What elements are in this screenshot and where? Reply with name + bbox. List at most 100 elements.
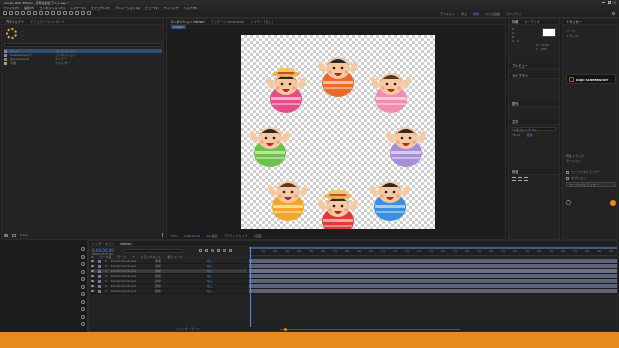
layer-parent[interactable]: なし bbox=[207, 264, 213, 268]
align-left-icon[interactable] bbox=[512, 177, 516, 181]
tab-layer[interactable]: レイヤー (なし) bbox=[250, 19, 273, 24]
workspace-2[interactable]: 標準 bbox=[473, 12, 479, 16]
brush-tool-icon[interactable] bbox=[63, 11, 67, 15]
character-left[interactable] bbox=[249, 127, 292, 167]
shy-icon[interactable] bbox=[81, 292, 85, 296]
tab-align[interactable]: 整列 bbox=[512, 101, 518, 106]
adjust-icon[interactable] bbox=[81, 314, 85, 319]
layer-mode[interactable]: 通常 bbox=[155, 264, 175, 268]
tab-composition[interactable]: コンポジション mimori bbox=[170, 19, 205, 24]
visibility-icon[interactable] bbox=[81, 262, 85, 266]
puppet-tool-icon[interactable] bbox=[87, 11, 91, 15]
label-color-swatch[interactable] bbox=[98, 259, 101, 263]
character-top-left[interactable] bbox=[265, 68, 308, 113]
character-bottom[interactable] bbox=[317, 190, 360, 235]
layer-mode[interactable]: 通常 bbox=[155, 284, 175, 288]
gear-icon[interactable] bbox=[566, 200, 571, 205]
comp-flow-icon[interactable] bbox=[199, 249, 202, 252]
label-color-swatch[interactable] bbox=[98, 264, 101, 268]
character-top[interactable] bbox=[317, 57, 360, 97]
roto-tool-icon[interactable] bbox=[81, 11, 85, 15]
zoom-level[interactable]: 25% bbox=[171, 234, 178, 238]
visibility-eye-icon[interactable] bbox=[91, 290, 94, 292]
fx-icon[interactable] bbox=[81, 299, 85, 304]
hand-tool-icon[interactable] bbox=[15, 11, 19, 15]
motion-blur-icon[interactable] bbox=[81, 307, 85, 311]
camera-tool-icon[interactable] bbox=[33, 11, 37, 15]
leading[interactable]: 自動 bbox=[526, 133, 532, 137]
minimize-icon[interactable] bbox=[602, 2, 605, 3]
lock-icon[interactable] bbox=[81, 254, 85, 259]
layer-name[interactable]: Kambrokoob.psd bbox=[111, 274, 151, 278]
label-color-swatch[interactable] bbox=[98, 279, 101, 283]
layer-parent[interactable]: なし bbox=[207, 279, 213, 283]
pen-tool-icon[interactable] bbox=[51, 11, 55, 15]
layer-parent[interactable]: なし bbox=[207, 274, 213, 278]
layer-mode[interactable]: 通常 bbox=[155, 269, 175, 273]
shy-icon[interactable] bbox=[211, 249, 214, 252]
character-bottom-left[interactable] bbox=[267, 181, 310, 221]
rectangle-tool-icon[interactable] bbox=[45, 11, 49, 15]
tab-timeline-mimori[interactable]: mimori bbox=[120, 242, 131, 246]
layer-row[interactable]: 7 Kambrokoob.psd 通常 なし bbox=[91, 289, 247, 294]
character-bottom-right[interactable] bbox=[369, 181, 412, 221]
visibility-eye-icon[interactable] bbox=[91, 265, 94, 267]
character-top-right[interactable] bbox=[370, 73, 413, 113]
comp-subtab[interactable]: mimori bbox=[171, 25, 186, 29]
pan-behind-tool-icon[interactable] bbox=[39, 11, 43, 15]
rotate-tool-icon[interactable] bbox=[27, 11, 31, 15]
layer-mode[interactable]: 通常 bbox=[155, 289, 175, 293]
tab-effect-controls[interactable]: エフェクトコントロール bbox=[30, 19, 65, 24]
layer-track-bar[interactable] bbox=[249, 289, 617, 294]
tab-character[interactable]: 文字 bbox=[512, 119, 518, 124]
visibility-eye-icon[interactable] bbox=[91, 270, 94, 272]
align-right-icon[interactable] bbox=[524, 177, 528, 181]
work-area-bar[interactable] bbox=[249, 247, 617, 249]
visibility-eye-icon[interactable] bbox=[91, 275, 94, 277]
search-icon[interactable] bbox=[612, 12, 615, 15]
layer-name[interactable]: Kambrokoob.psd bbox=[111, 269, 151, 273]
layer-name[interactable]: Kambrokoob.psd bbox=[111, 289, 151, 293]
font-select[interactable]: 小塚ゴシック Pro bbox=[512, 127, 556, 132]
tab-footage[interactable]: フッテージ Kamnenaji bbox=[211, 19, 245, 24]
checkbox-warp[interactable] bbox=[566, 170, 569, 174]
comp-canvas[interactable] bbox=[241, 35, 435, 235]
maximize-icon[interactable] bbox=[608, 1, 611, 4]
zoom-slider[interactable] bbox=[279, 327, 460, 331]
new-folder-icon[interactable] bbox=[4, 233, 8, 237]
trash-icon[interactable] bbox=[162, 233, 163, 237]
menu-item-7[interactable]: ウィンドウ bbox=[164, 6, 179, 10]
quality-select[interactable]: 1/4 画質 bbox=[206, 234, 218, 238]
tab-preview[interactable]: プレビュー bbox=[512, 63, 528, 68]
layer-mode[interactable]: 通常 bbox=[155, 274, 175, 278]
layer-name[interactable]: Kambrokoob.psd bbox=[111, 279, 151, 283]
comp-timecode[interactable]: 0;00;00;00 bbox=[184, 234, 200, 238]
tab-project[interactable]: プロジェクト bbox=[5, 19, 24, 24]
label-color-swatch[interactable] bbox=[98, 289, 101, 293]
layer-parent[interactable]: なし bbox=[207, 269, 213, 273]
menu-item-2[interactable]: コンポジション(C) bbox=[39, 6, 64, 10]
menu-item-0[interactable]: ファイル(F) bbox=[3, 6, 19, 10]
visibility-eye-icon[interactable] bbox=[91, 285, 94, 287]
label-color-swatch[interactable] bbox=[98, 269, 101, 273]
clone-tool-icon[interactable] bbox=[69, 11, 73, 15]
frame-blend-icon[interactable] bbox=[217, 249, 220, 252]
visibility-eye-icon[interactable] bbox=[91, 260, 94, 262]
menu-item-1[interactable]: 編集(E) bbox=[24, 6, 34, 10]
graph-editor-icon[interactable] bbox=[229, 249, 232, 252]
zoom-handle[interactable] bbox=[283, 327, 287, 331]
workspace-1[interactable]: 学ぶ bbox=[461, 12, 467, 16]
menu-item-6[interactable]: ビュー(V) bbox=[145, 6, 158, 10]
font-size[interactable]: 78 px bbox=[512, 133, 520, 137]
eraser-tool-icon[interactable] bbox=[75, 11, 79, 15]
workspace-4[interactable]: ライブラリ bbox=[506, 12, 521, 16]
visibility-eye-icon[interactable] bbox=[91, 280, 94, 282]
camera-select[interactable]: アクティブカメラ bbox=[224, 234, 248, 238]
menu-item-8[interactable]: ヘルプ(H) bbox=[184, 6, 198, 10]
project-item[interactable]: 平面 フォルダー bbox=[4, 61, 162, 65]
layer-parent[interactable]: なし bbox=[207, 289, 213, 293]
layer-name[interactable]: Kambrokoob.psd bbox=[111, 259, 151, 263]
label-color-swatch[interactable] bbox=[98, 274, 101, 278]
checkbox-options[interactable] bbox=[566, 176, 569, 180]
align-center-icon[interactable] bbox=[518, 177, 522, 181]
